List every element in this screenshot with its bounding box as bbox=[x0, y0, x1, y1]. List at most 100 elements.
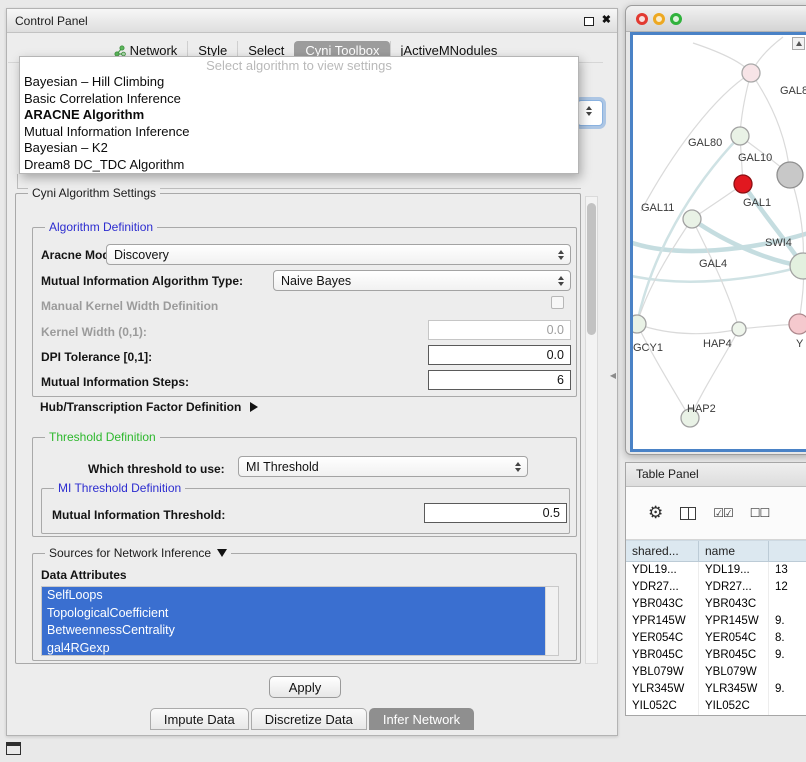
table-row[interactable]: YBL079WYBL079W bbox=[626, 664, 806, 681]
control-panel-titlebar[interactable]: Control Panel ✖ bbox=[7, 9, 617, 33]
node-label: HAP4 bbox=[703, 338, 732, 350]
network-node[interactable] bbox=[732, 322, 746, 336]
table-cell: YPR145W bbox=[626, 613, 699, 630]
column-header-col3[interactable] bbox=[769, 541, 806, 561]
dropdown-item-dream8-dc-tdc-algorithm[interactable]: Dream8 DC_TDC Algorithm bbox=[20, 157, 578, 174]
network-node[interactable] bbox=[731, 127, 749, 145]
network-node[interactable] bbox=[790, 253, 806, 279]
table-cell: YBL079W bbox=[699, 664, 769, 681]
network-view-window: GAL8GAL80GAL10GAL11GAL1SWI4GAL4GCY1HAP4Y… bbox=[625, 5, 806, 455]
dropdown-placeholder-item[interactable]: Select algorithm to view settings bbox=[20, 57, 578, 74]
manual-kernel-checkbox[interactable] bbox=[551, 296, 564, 309]
attribute-item-betweennesscentrality[interactable]: BetweennessCentrality bbox=[42, 622, 545, 640]
table-panel-title: Table Panel bbox=[636, 467, 699, 481]
select-all-checkboxes-icon[interactable]: ☑☑ bbox=[713, 506, 733, 520]
columns-icon[interactable] bbox=[680, 507, 696, 520]
table-row[interactable]: YLR345WYLR345W9. bbox=[626, 681, 806, 698]
network-window-titlebar[interactable] bbox=[626, 6, 806, 32]
tab-impute-data[interactable]: Impute Data bbox=[150, 708, 249, 730]
network-edge[interactable] bbox=[637, 324, 690, 418]
minimize-traffic-light-icon[interactable] bbox=[653, 13, 665, 25]
table-cell: YBR043C bbox=[699, 596, 769, 613]
window-title: Control Panel bbox=[15, 9, 88, 33]
table-row[interactable]: YBR043CYBR043C bbox=[626, 596, 806, 613]
close-traffic-light-icon[interactable] bbox=[636, 13, 648, 25]
scroll-up-icon[interactable] bbox=[792, 37, 805, 50]
network-edge[interactable] bbox=[637, 136, 740, 324]
apply-button[interactable]: Apply bbox=[269, 676, 341, 698]
table-row[interactable]: YBR045CYBR045C9. bbox=[626, 647, 806, 664]
settings-scrollbar[interactable] bbox=[585, 196, 598, 664]
network-node[interactable] bbox=[742, 64, 760, 82]
mi-threshold-field[interactable]: 0.5 bbox=[424, 503, 567, 523]
float-window-icon[interactable] bbox=[584, 17, 594, 26]
column-header-shared[interactable]: shared... bbox=[626, 541, 699, 561]
kernel-width-field[interactable]: 0.0 bbox=[428, 320, 571, 340]
network-edge[interactable] bbox=[637, 324, 739, 334]
node-label: GCY1 bbox=[633, 342, 663, 354]
column-header-name[interactable]: name bbox=[699, 541, 769, 561]
network-canvas[interactable]: GAL8GAL80GAL10GAL11GAL1SWI4GAL4GCY1HAP4Y… bbox=[630, 32, 806, 452]
attributes-scrollbar[interactable] bbox=[545, 587, 558, 655]
network-node[interactable] bbox=[777, 162, 803, 188]
deselect-all-checkboxes-icon[interactable]: ☐☐ bbox=[750, 506, 770, 520]
settings-group-title: Cyni Algorithm Settings bbox=[28, 186, 160, 200]
algorithm-combobox-fragment[interactable] bbox=[577, 100, 603, 126]
network-node[interactable] bbox=[789, 314, 806, 334]
combo-stepper-icon bbox=[582, 106, 596, 116]
which-threshold-label: Which threshold to use: bbox=[88, 462, 225, 476]
dropdown-item-bayesian-k2[interactable]: Bayesian – K2 bbox=[20, 140, 578, 157]
table-row[interactable]: YDR27...YDR27...12 bbox=[626, 579, 806, 596]
tab-infer-network[interactable]: Infer Network bbox=[369, 708, 474, 730]
mi-steps-field[interactable]: 6 bbox=[428, 370, 571, 390]
sources-title: Sources for Network Inference bbox=[49, 546, 211, 560]
table-row[interactable]: YDL19...YDL19...13 bbox=[626, 562, 806, 579]
node-label: GAL10 bbox=[738, 152, 772, 164]
aracne-mode-select[interactable]: Discovery bbox=[106, 244, 571, 265]
network-icon bbox=[114, 45, 126, 57]
attribute-item-topologicalcoefficient[interactable]: TopologicalCoefficient bbox=[42, 605, 545, 623]
table-row[interactable]: YER054CYER054C8. bbox=[626, 630, 806, 647]
scrollbar-thumb[interactable] bbox=[587, 203, 596, 335]
sources-expander[interactable]: Sources for Network Inference bbox=[45, 546, 231, 560]
network-node[interactable] bbox=[633, 315, 646, 333]
tab-discretize-data[interactable]: Discretize Data bbox=[251, 708, 367, 730]
dropdown-item-aracne-algorithm[interactable]: ARACNE Algorithm bbox=[20, 107, 578, 124]
close-window-icon[interactable]: ✖ bbox=[602, 13, 611, 26]
dpi-tolerance-field[interactable]: 0.0 bbox=[428, 345, 571, 365]
dropdown-item-bayesian-hill-climbing[interactable]: Bayesian – Hill Climbing bbox=[20, 74, 578, 91]
table-cell: 9. bbox=[769, 647, 806, 664]
attribute-item-gal4rgexp[interactable]: gal4RGexp bbox=[42, 640, 545, 657]
table-row[interactable]: YIL052CYIL052C bbox=[626, 698, 806, 715]
zoom-traffic-light-icon[interactable] bbox=[670, 13, 682, 25]
gear-icon[interactable]: ⚙ bbox=[648, 503, 663, 523]
table-cell: YBR045C bbox=[626, 647, 699, 664]
hub-definition-expander[interactable]: Hub/Transcription Factor Definition bbox=[40, 398, 258, 416]
dpi-tolerance-label: DPI Tolerance [0,1]: bbox=[41, 350, 152, 364]
panel-splitter-handle[interactable]: ◀ bbox=[608, 366, 618, 386]
sources-group: Sources for Network Inference Data Attri… bbox=[32, 553, 577, 661]
collapsed-arrow-icon bbox=[250, 402, 258, 412]
network-edge[interactable] bbox=[693, 43, 751, 73]
network-node[interactable] bbox=[683, 210, 701, 228]
dropdown-item-basic-correlation-inference[interactable]: Basic Correlation Inference bbox=[20, 91, 578, 108]
minimized-panel-icon[interactable] bbox=[6, 742, 21, 755]
mi-threshold-label: Mutual Information Threshold: bbox=[52, 508, 225, 522]
which-threshold-value: MI Threshold bbox=[239, 460, 511, 474]
table-cell: 9. bbox=[769, 613, 806, 630]
combo-stepper-icon bbox=[511, 462, 525, 472]
network-edge[interactable] bbox=[637, 219, 692, 324]
table-panel-titlebar[interactable]: Table Panel bbox=[626, 463, 806, 487]
table-cell: YDR27... bbox=[626, 579, 699, 596]
table-cell: YLR345W bbox=[626, 681, 699, 698]
attribute-item-selfloops[interactable]: SelfLoops bbox=[42, 587, 545, 605]
manual-kernel-label: Manual Kernel Width Definition bbox=[41, 299, 218, 313]
which-threshold-select[interactable]: MI Threshold bbox=[238, 456, 528, 477]
table-panel-window: Table Panel ⚙ ☑☑ ☐☐ shared...name YDL19.… bbox=[625, 462, 806, 716]
dropdown-item-mutual-information-inference[interactable]: Mutual Information Inference bbox=[20, 124, 578, 141]
mi-type-select[interactable]: Naive Bayes bbox=[273, 270, 571, 291]
data-attributes-list[interactable]: SelfLoopsTopologicalCoefficientBetweenne… bbox=[41, 586, 559, 656]
table-row[interactable]: YPR145WYPR145W9. bbox=[626, 613, 806, 630]
network-node[interactable] bbox=[734, 175, 752, 193]
mi-type-value: Naive Bayes bbox=[274, 274, 554, 288]
